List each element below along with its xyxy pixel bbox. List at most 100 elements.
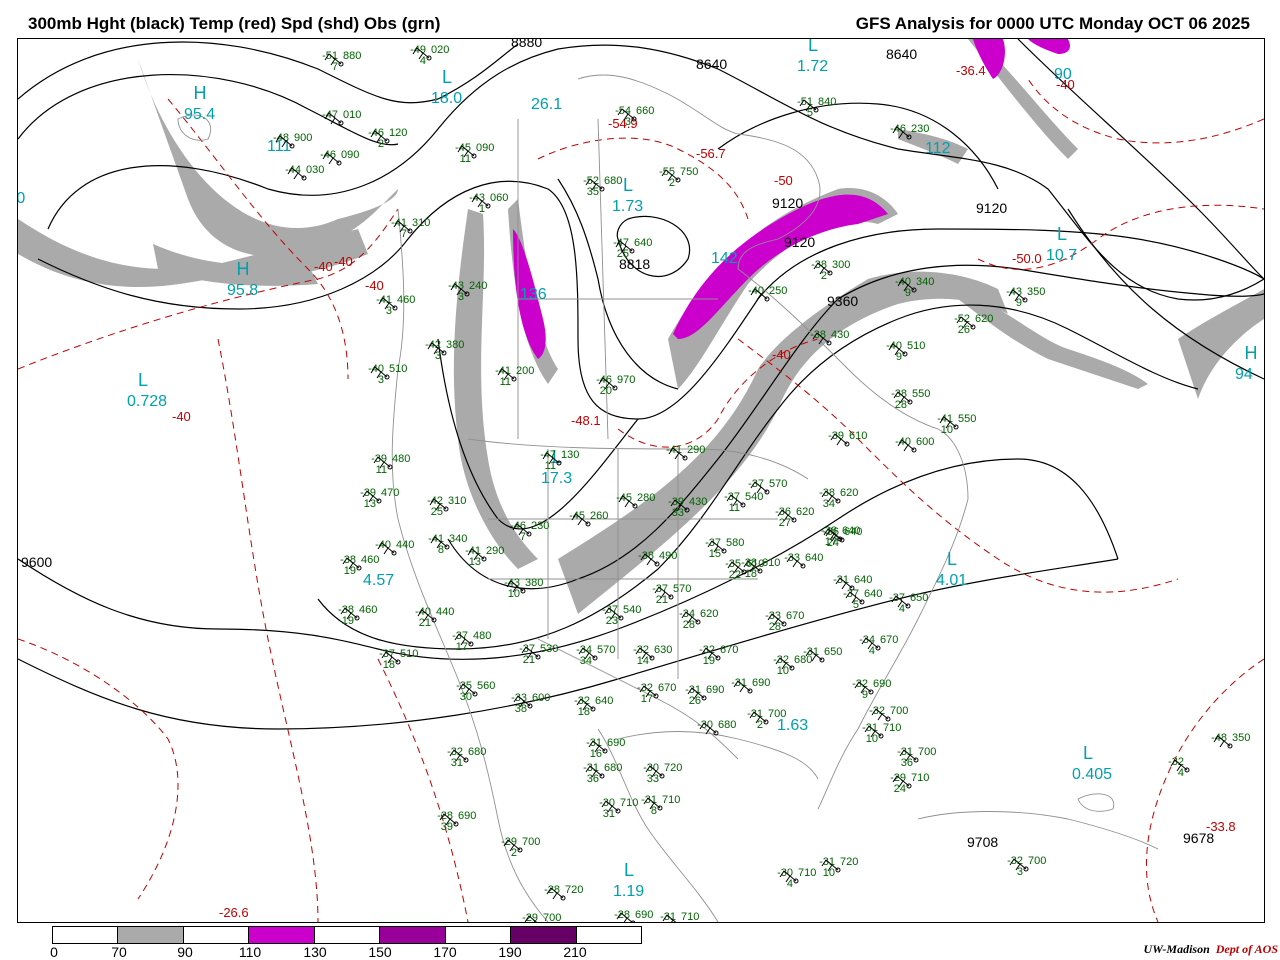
speed-band-110-130 (1028, 39, 1070, 54)
obs-height: 510 (389, 363, 407, 375)
obs-height: 060 (490, 192, 508, 204)
pressure-center-symbol: L (947, 549, 957, 569)
obs-height: 640 (595, 695, 613, 707)
colorbar-segment (576, 927, 641, 943)
obs-height: 630 (654, 644, 672, 656)
obs-height: 700 (918, 746, 936, 758)
obs-height: 610 (849, 430, 867, 442)
colorbar-segment (511, 927, 577, 943)
colorbar-segment (380, 927, 446, 943)
obs-height: 710 (662, 794, 680, 806)
obs-height: 720 (840, 856, 858, 868)
height-label: 9120 (784, 234, 815, 250)
obs-height: 700 (768, 708, 786, 720)
obs-height: 690 (607, 737, 625, 749)
obs-height: 470 (381, 487, 399, 499)
height-label: 8640 (696, 56, 727, 72)
wind-speed-shading (18, 39, 1264, 614)
obs-height: 300 (832, 259, 850, 271)
obs-temp: -44 (285, 164, 301, 176)
pressure-center-symbol: H (194, 83, 207, 103)
credit-line: UW-Madison Dept of AOS (1144, 942, 1278, 957)
colorbar-segment (183, 927, 250, 943)
obs-height: 440 (396, 539, 414, 551)
obs-height: 640 (864, 588, 882, 600)
obs-temp: -40 (375, 539, 391, 551)
obs-height: 700 (1028, 855, 1046, 867)
pressure-center-value: 1.72 (797, 58, 828, 75)
obs-height: 750 (680, 166, 698, 178)
chart-title: 300mb Hght (black) Temp (red) Spd (shd) … (28, 14, 441, 33)
obs-height: 290 (486, 545, 504, 557)
height-contour (1067, 208, 1264, 380)
obs-height: 340 (916, 276, 934, 288)
obs-temp: -32 (869, 705, 885, 717)
obs-height: 710 (681, 911, 699, 922)
obs-height: 650 (910, 592, 928, 604)
obs-temp: -38 (638, 550, 654, 562)
temp-contour (377, 658, 469, 922)
obs-height: 570 (597, 644, 615, 656)
obs-temp: -30 (697, 719, 713, 731)
obs-temp: -31 (803, 646, 819, 658)
obs-height: 670 (880, 634, 898, 646)
obs-height: 480 (392, 453, 410, 465)
colorbar-segment (445, 927, 512, 943)
obs-height: 540 (745, 491, 763, 503)
height-label: 9120 (976, 200, 1007, 216)
obs-temp: -47 (322, 109, 338, 121)
height-contours (18, 39, 1264, 730)
obs-height: 640 (854, 574, 872, 586)
obs-temp: -31 (833, 574, 849, 586)
obs-temp: -46 (890, 123, 906, 135)
obs-height: 250 (769, 285, 787, 297)
temp-label: -40 (172, 409, 191, 424)
obs-height: 120 (389, 127, 407, 139)
obs-height: 260 (590, 510, 608, 522)
obs-height: 610 (746, 558, 764, 570)
obs-height: 680 (468, 746, 486, 758)
obs-height: 620 (975, 313, 993, 325)
pressure-center-value: 4.57 (363, 572, 394, 589)
map-canvas: 8880864086408818912091209360960091209708… (18, 39, 1264, 922)
colorbar-tick: 190 (498, 944, 522, 960)
pressure-center-value: 112 (925, 140, 951, 157)
obs-height: 090 (476, 142, 494, 154)
obs-height: 560 (477, 680, 495, 692)
obs-height: 620 (840, 487, 858, 499)
obs-height: 640 (844, 526, 862, 538)
temp-label: -36.4 (956, 63, 986, 78)
obs-height: 460 (361, 554, 379, 566)
pressure-center-value: 17.3 (541, 470, 572, 487)
obs-height: 680 (718, 719, 736, 731)
obs-height: 600 (916, 436, 934, 448)
colorbar-segment (314, 927, 381, 943)
obs-height: 580 (726, 537, 744, 549)
pressure-center-symbol: L (1057, 224, 1067, 244)
obs-height: 600 (532, 692, 550, 704)
height-label: 9360 (827, 293, 858, 309)
colorbar-tick: 170 (433, 944, 457, 960)
pressure-center-symbol: L (624, 860, 634, 880)
obs-height: 480 (473, 630, 491, 642)
pressure-center-value: 136 (520, 286, 547, 303)
pressure-center-value: 1.19 (613, 883, 644, 900)
obs-height: 350 (1027, 286, 1045, 298)
pressure-center-value: 0.728 (127, 393, 167, 410)
island (1077, 793, 1115, 812)
obs-temp: -31 (731, 677, 747, 689)
pressure-center-value: 95.8 (227, 282, 258, 299)
obs-temp: -41 (666, 444, 682, 456)
obs-height: 900 (294, 132, 312, 144)
pressure-center-symbol: L (808, 39, 818, 55)
obs-height: 680 (604, 175, 622, 187)
pressure-center-symbol: L (1083, 743, 1093, 763)
obs-height: 510 (907, 340, 925, 352)
obs-height: 020 (431, 44, 449, 56)
obs-height: 230 (911, 123, 929, 135)
obs-height: 350 (1232, 732, 1250, 744)
obs-height: 690 (752, 677, 770, 689)
height-label: 9120 (772, 195, 803, 211)
temp-label: -40 (314, 259, 333, 274)
coastline (917, 811, 1159, 850)
